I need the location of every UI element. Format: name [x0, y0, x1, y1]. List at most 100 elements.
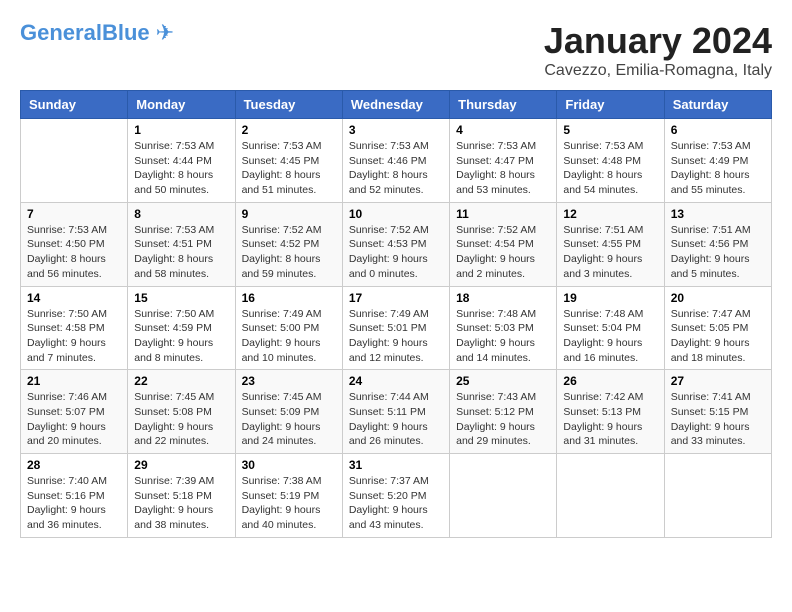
day-info: Sunrise: 7:45 AMSunset: 5:09 PMDaylight:…	[242, 390, 336, 449]
day-number: 25	[456, 374, 550, 388]
day-info: Sunrise: 7:53 AMSunset: 4:45 PMDaylight:…	[242, 139, 336, 198]
day-number: 10	[349, 207, 443, 221]
day-number: 6	[671, 123, 765, 137]
calendar-cell: 24 Sunrise: 7:44 AMSunset: 5:11 PMDaylig…	[342, 370, 449, 454]
day-number: 1	[134, 123, 228, 137]
day-number: 7	[27, 207, 121, 221]
day-info: Sunrise: 7:53 AMSunset: 4:51 PMDaylight:…	[134, 223, 228, 282]
calendar-cell: 7 Sunrise: 7:53 AMSunset: 4:50 PMDayligh…	[21, 202, 128, 286]
calendar-cell: 21 Sunrise: 7:46 AMSunset: 5:07 PMDaylig…	[21, 370, 128, 454]
day-number: 9	[242, 207, 336, 221]
calendar-cell: 8 Sunrise: 7:53 AMSunset: 4:51 PMDayligh…	[128, 202, 235, 286]
header-monday: Monday	[128, 91, 235, 119]
day-info: Sunrise: 7:53 AMSunset: 4:50 PMDaylight:…	[27, 223, 121, 282]
calendar-cell: 13 Sunrise: 7:51 AMSunset: 4:56 PMDaylig…	[664, 202, 771, 286]
calendar-cell: 1 Sunrise: 7:53 AMSunset: 4:44 PMDayligh…	[128, 119, 235, 203]
calendar-week-row: 7 Sunrise: 7:53 AMSunset: 4:50 PMDayligh…	[21, 202, 772, 286]
day-number: 3	[349, 123, 443, 137]
header-friday: Friday	[557, 91, 664, 119]
day-info: Sunrise: 7:53 AMSunset: 4:44 PMDaylight:…	[134, 139, 228, 198]
day-number: 28	[27, 458, 121, 472]
day-number: 15	[134, 291, 228, 305]
day-number: 31	[349, 458, 443, 472]
month-title: January 2024	[544, 20, 772, 62]
day-number: 11	[456, 207, 550, 221]
calendar-week-row: 21 Sunrise: 7:46 AMSunset: 5:07 PMDaylig…	[21, 370, 772, 454]
calendar-header-row: SundayMondayTuesdayWednesdayThursdayFrid…	[21, 91, 772, 119]
calendar-cell: 12 Sunrise: 7:51 AMSunset: 4:55 PMDaylig…	[557, 202, 664, 286]
day-info: Sunrise: 7:47 AMSunset: 5:05 PMDaylight:…	[671, 307, 765, 366]
header-wednesday: Wednesday	[342, 91, 449, 119]
calendar-cell: 31 Sunrise: 7:37 AMSunset: 5:20 PMDaylig…	[342, 454, 449, 538]
day-info: Sunrise: 7:38 AMSunset: 5:19 PMDaylight:…	[242, 474, 336, 533]
calendar-cell: 11 Sunrise: 7:52 AMSunset: 4:54 PMDaylig…	[450, 202, 557, 286]
day-info: Sunrise: 7:44 AMSunset: 5:11 PMDaylight:…	[349, 390, 443, 449]
day-info: Sunrise: 7:50 AMSunset: 4:59 PMDaylight:…	[134, 307, 228, 366]
day-number: 21	[27, 374, 121, 388]
location-title: Cavezzo, Emilia-Romagna, Italy	[544, 62, 772, 80]
day-number: 13	[671, 207, 765, 221]
day-number: 4	[456, 123, 550, 137]
day-info: Sunrise: 7:40 AMSunset: 5:16 PMDaylight:…	[27, 474, 121, 533]
day-info: Sunrise: 7:37 AMSunset: 5:20 PMDaylight:…	[349, 474, 443, 533]
calendar-week-row: 1 Sunrise: 7:53 AMSunset: 4:44 PMDayligh…	[21, 119, 772, 203]
calendar-cell	[450, 454, 557, 538]
day-info: Sunrise: 7:51 AMSunset: 4:55 PMDaylight:…	[563, 223, 657, 282]
day-number: 29	[134, 458, 228, 472]
day-info: Sunrise: 7:41 AMSunset: 5:15 PMDaylight:…	[671, 390, 765, 449]
calendar-cell: 17 Sunrise: 7:49 AMSunset: 5:01 PMDaylig…	[342, 286, 449, 370]
calendar-cell: 9 Sunrise: 7:52 AMSunset: 4:52 PMDayligh…	[235, 202, 342, 286]
calendar-cell	[557, 454, 664, 538]
calendar-cell: 20 Sunrise: 7:47 AMSunset: 5:05 PMDaylig…	[664, 286, 771, 370]
calendar-cell: 30 Sunrise: 7:38 AMSunset: 5:19 PMDaylig…	[235, 454, 342, 538]
day-number: 22	[134, 374, 228, 388]
calendar-table: SundayMondayTuesdayWednesdayThursdayFrid…	[20, 90, 772, 538]
day-number: 16	[242, 291, 336, 305]
day-number: 24	[349, 374, 443, 388]
calendar-week-row: 28 Sunrise: 7:40 AMSunset: 5:16 PMDaylig…	[21, 454, 772, 538]
day-number: 18	[456, 291, 550, 305]
day-info: Sunrise: 7:49 AMSunset: 5:01 PMDaylight:…	[349, 307, 443, 366]
calendar-cell: 26 Sunrise: 7:42 AMSunset: 5:13 PMDaylig…	[557, 370, 664, 454]
calendar-cell: 18 Sunrise: 7:48 AMSunset: 5:03 PMDaylig…	[450, 286, 557, 370]
header-saturday: Saturday	[664, 91, 771, 119]
page-header: GeneralBlue ✈ January 2024 Cavezzo, Emil…	[20, 20, 772, 80]
day-info: Sunrise: 7:46 AMSunset: 5:07 PMDaylight:…	[27, 390, 121, 449]
logo: GeneralBlue ✈	[20, 20, 174, 46]
day-info: Sunrise: 7:52 AMSunset: 4:54 PMDaylight:…	[456, 223, 550, 282]
calendar-cell: 25 Sunrise: 7:43 AMSunset: 5:12 PMDaylig…	[450, 370, 557, 454]
title-block: January 2024 Cavezzo, Emilia-Romagna, It…	[544, 20, 772, 80]
calendar-cell: 28 Sunrise: 7:40 AMSunset: 5:16 PMDaylig…	[21, 454, 128, 538]
calendar-cell: 16 Sunrise: 7:49 AMSunset: 5:00 PMDaylig…	[235, 286, 342, 370]
day-info: Sunrise: 7:39 AMSunset: 5:18 PMDaylight:…	[134, 474, 228, 533]
day-number: 8	[134, 207, 228, 221]
day-info: Sunrise: 7:42 AMSunset: 5:13 PMDaylight:…	[563, 390, 657, 449]
day-info: Sunrise: 7:53 AMSunset: 4:46 PMDaylight:…	[349, 139, 443, 198]
calendar-week-row: 14 Sunrise: 7:50 AMSunset: 4:58 PMDaylig…	[21, 286, 772, 370]
calendar-cell: 5 Sunrise: 7:53 AMSunset: 4:48 PMDayligh…	[557, 119, 664, 203]
day-number: 20	[671, 291, 765, 305]
day-info: Sunrise: 7:48 AMSunset: 5:04 PMDaylight:…	[563, 307, 657, 366]
calendar-cell: 6 Sunrise: 7:53 AMSunset: 4:49 PMDayligh…	[664, 119, 771, 203]
day-info: Sunrise: 7:48 AMSunset: 5:03 PMDaylight:…	[456, 307, 550, 366]
day-number: 30	[242, 458, 336, 472]
calendar-cell: 14 Sunrise: 7:50 AMSunset: 4:58 PMDaylig…	[21, 286, 128, 370]
calendar-cell	[664, 454, 771, 538]
calendar-cell: 10 Sunrise: 7:52 AMSunset: 4:53 PMDaylig…	[342, 202, 449, 286]
day-number: 26	[563, 374, 657, 388]
calendar-cell: 22 Sunrise: 7:45 AMSunset: 5:08 PMDaylig…	[128, 370, 235, 454]
calendar-cell: 27 Sunrise: 7:41 AMSunset: 5:15 PMDaylig…	[664, 370, 771, 454]
day-info: Sunrise: 7:53 AMSunset: 4:48 PMDaylight:…	[563, 139, 657, 198]
header-thursday: Thursday	[450, 91, 557, 119]
day-number: 19	[563, 291, 657, 305]
calendar-cell: 15 Sunrise: 7:50 AMSunset: 4:59 PMDaylig…	[128, 286, 235, 370]
day-number: 2	[242, 123, 336, 137]
day-number: 12	[563, 207, 657, 221]
day-info: Sunrise: 7:50 AMSunset: 4:58 PMDaylight:…	[27, 307, 121, 366]
day-info: Sunrise: 7:43 AMSunset: 5:12 PMDaylight:…	[456, 390, 550, 449]
calendar-cell	[21, 119, 128, 203]
logo-text: GeneralBlue	[20, 21, 150, 45]
day-info: Sunrise: 7:52 AMSunset: 4:52 PMDaylight:…	[242, 223, 336, 282]
calendar-cell: 29 Sunrise: 7:39 AMSunset: 5:18 PMDaylig…	[128, 454, 235, 538]
day-info: Sunrise: 7:45 AMSunset: 5:08 PMDaylight:…	[134, 390, 228, 449]
